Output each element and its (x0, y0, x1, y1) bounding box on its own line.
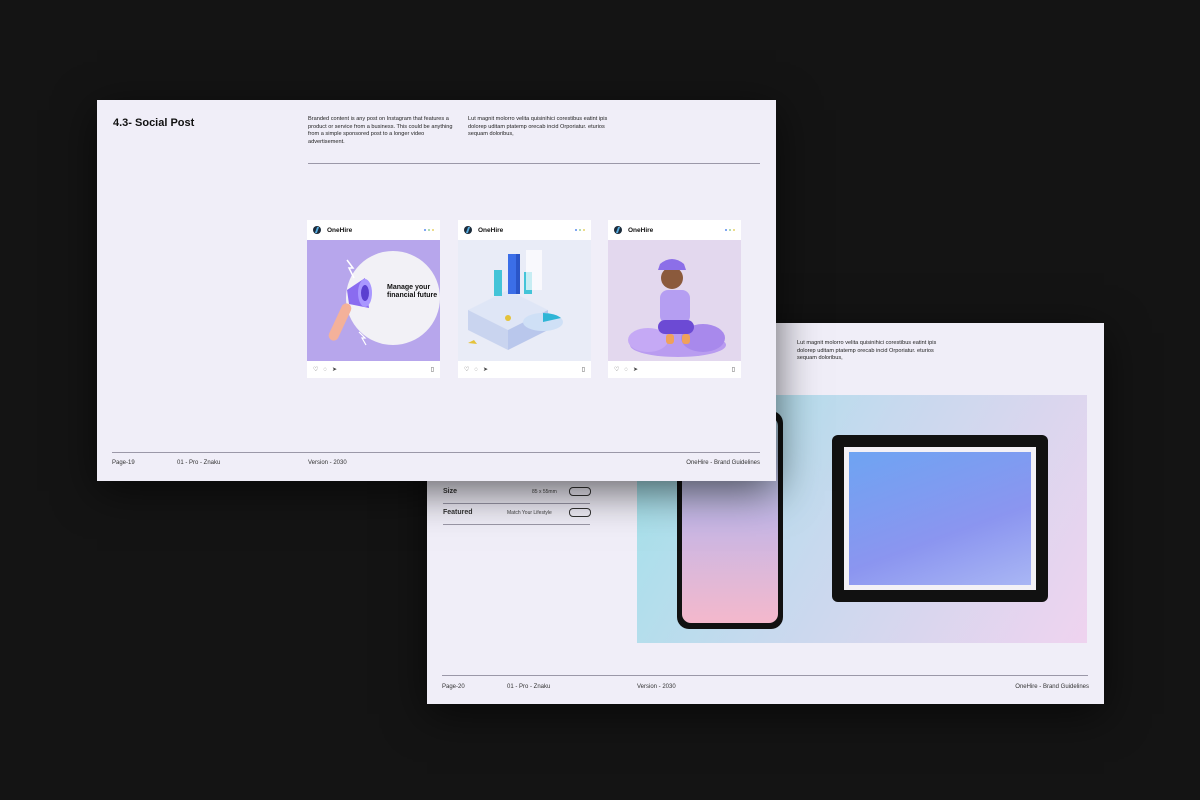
onehire-logo-icon (614, 226, 622, 234)
post-image-megaphone: Manage your financial future (307, 240, 440, 361)
post-header: OneHire (608, 220, 741, 240)
send-icon[interactable]: ➤ (633, 366, 638, 373)
heart-icon[interactable]: ♡ (614, 366, 619, 373)
more-options-icon[interactable] (424, 229, 434, 231)
onehire-logo-icon (464, 226, 472, 234)
bookmark-icon[interactable]: ▯ (431, 366, 434, 373)
post-actions: ♡ ◌ ➤ ▯ (307, 361, 440, 378)
footer-version: Version - 2030 (637, 684, 676, 690)
footer-doc: OneHire - Brand Guidelines (686, 460, 760, 466)
megaphone-illustration (328, 251, 440, 346)
spec-divider (443, 524, 590, 525)
heart-icon[interactable]: ♡ (464, 366, 469, 373)
spec-divider (443, 503, 590, 504)
post-image-character (608, 240, 741, 361)
post-header: OneHire (458, 220, 591, 240)
footer-rule (442, 675, 1088, 676)
page-title: 4.3- Social Post (113, 117, 195, 129)
spec-featured-value: Match Your Lifestyle (507, 510, 552, 516)
footer-series: 01 - Pro - Znaku (177, 460, 221, 466)
footer-version: Version - 2030 (308, 460, 347, 466)
header-rule (308, 163, 760, 164)
slide-page-19: 4.3- Social Post Branded content is any … (97, 100, 776, 481)
post-image-caption: Manage your financial future (387, 284, 438, 299)
post-actions: ♡ ◌ ➤ ▯ (608, 361, 741, 378)
footer-rule (112, 452, 760, 453)
bookmark-icon[interactable]: ▯ (582, 366, 585, 373)
character-illustration (628, 259, 726, 357)
spec-featured-label: Featured (443, 509, 473, 516)
isometric-charts-illustration (468, 250, 563, 350)
footer-doc: OneHire - Brand Guidelines (1015, 684, 1089, 690)
tablet-photo (849, 452, 1031, 585)
bookmark-icon[interactable]: ▯ (732, 366, 735, 373)
post-actions: ♡ ◌ ➤ ▯ (458, 361, 591, 378)
intro-paragraph: Branded content is any post on Instagram… (308, 116, 453, 145)
tablet-screen (844, 447, 1036, 590)
more-options-icon[interactable] (575, 229, 585, 231)
post-brand: OneHire (628, 226, 654, 234)
post-image-isometric-charts (458, 240, 591, 361)
more-options-icon[interactable] (725, 229, 735, 231)
social-post-card[interactable]: OneHire ♡ ◌ ➤ ▯ (608, 220, 741, 378)
social-post-card[interactable]: OneHire ♡ ◌ ➤ ▯ (458, 220, 591, 378)
spec-size-toggle[interactable] (569, 487, 591, 496)
post-brand: OneHire (478, 226, 504, 234)
footer-series: 01 - Pro - Znaku (507, 684, 551, 690)
comment-icon[interactable]: ◌ (624, 367, 628, 373)
send-icon[interactable]: ➤ (483, 366, 488, 373)
tablet-mockup (832, 435, 1048, 602)
secondary-paragraph: Lut magnit molorro velita quisinihici co… (468, 116, 608, 138)
comment-icon[interactable]: ◌ (474, 367, 478, 373)
post-header: OneHire (307, 220, 440, 240)
heart-icon[interactable]: ♡ (313, 366, 318, 373)
send-icon[interactable]: ➤ (332, 366, 337, 373)
comment-icon[interactable]: ◌ (323, 367, 327, 373)
spec-size-label: Size (443, 488, 458, 495)
spec-size-value: 85 x 55mm (532, 489, 557, 495)
spec-featured-toggle[interactable] (569, 508, 591, 517)
social-post-card[interactable]: OneHire Manage your financial future ♡ ◌… (307, 220, 440, 378)
back-paragraph: Lut magnit molorro velita quisinihici co… (797, 340, 937, 362)
footer-page: Page-20 (442, 684, 465, 690)
post-brand: OneHire (327, 226, 353, 234)
footer-page: Page-19 (112, 460, 135, 466)
onehire-logo-icon (313, 226, 321, 234)
